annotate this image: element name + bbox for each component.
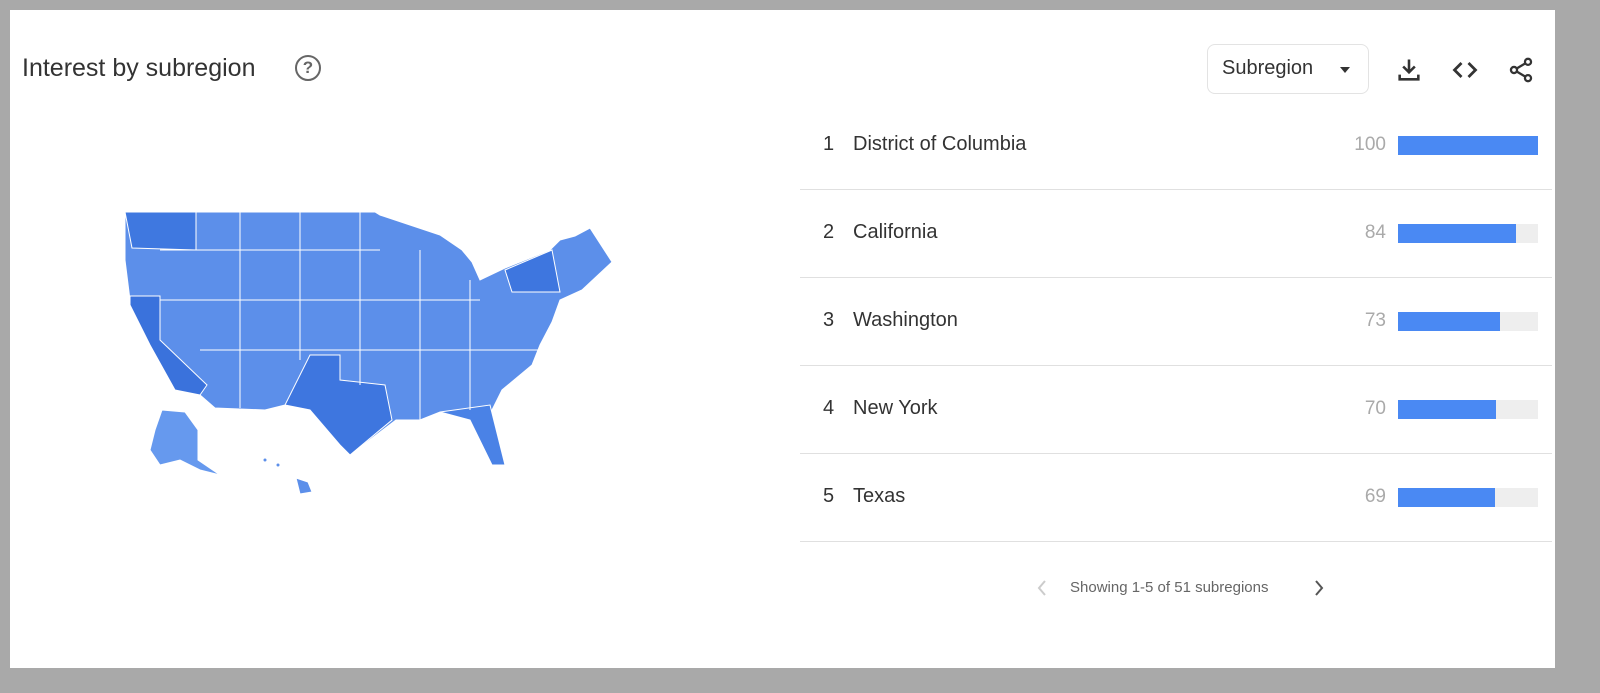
map-state-alaska	[149, 409, 221, 476]
rank: 5	[823, 485, 835, 507]
interest-bar-fill	[1398, 224, 1516, 243]
map-state-washington	[124, 211, 197, 251]
interest-value: 100	[1354, 134, 1386, 155]
map-state-florida	[439, 404, 506, 466]
subregion-name[interactable]: District of Columbia	[853, 133, 1026, 156]
interest-bar	[1398, 312, 1538, 331]
list-item[interactable]: 4 New York 70	[800, 366, 1552, 454]
subregion-name[interactable]: Washington	[853, 309, 958, 332]
subregion-name[interactable]: California	[853, 221, 937, 244]
interest-value: 73	[1364, 310, 1386, 331]
rank: 3	[823, 309, 835, 331]
interest-bar	[1398, 136, 1538, 155]
download-icon[interactable]	[1395, 56, 1423, 84]
next-page-icon[interactable]	[1313, 579, 1325, 597]
interest-bar-fill	[1398, 312, 1501, 331]
list-item[interactable]: 5 Texas 69	[800, 454, 1552, 542]
map-state-hawaii	[295, 477, 313, 495]
rank: 2	[823, 221, 835, 243]
list-item[interactable]: 3 Washington 73	[800, 278, 1552, 366]
interest-bar	[1398, 400, 1538, 419]
list-item[interactable]: 1 District of Columbia 100	[800, 102, 1552, 190]
share-icon[interactable]	[1507, 56, 1535, 84]
select-value: Subregion	[1222, 57, 1314, 79]
embed-code-icon[interactable]	[1451, 56, 1479, 84]
interest-value: 84	[1364, 222, 1386, 243]
list-item[interactable]: 2 California 84	[800, 190, 1552, 278]
interest-value: 70	[1364, 398, 1386, 419]
rank: 1	[823, 133, 835, 155]
interest-by-subregion-card: Interest by subregion ? Subregion 1 Distr…	[10, 10, 1555, 668]
interest-bar-fill	[1398, 136, 1538, 155]
interest-bar-fill	[1398, 400, 1496, 419]
subregion-name[interactable]: Texas	[853, 485, 905, 508]
caret-down-icon	[1340, 67, 1350, 73]
interest-bar	[1398, 224, 1538, 243]
map-state-new-york	[504, 249, 561, 293]
us-choropleth-map[interactable]	[10, 10, 790, 668]
region-level-select[interactable]: Subregion	[1207, 44, 1369, 94]
rank: 4	[823, 397, 835, 419]
previous-page-icon[interactable]	[1036, 579, 1048, 597]
interest-bar	[1398, 488, 1538, 507]
subregion-name[interactable]: New York	[853, 397, 938, 420]
subregion-ranking-list: 1 District of Columbia 100 2 California 84 3…	[800, 102, 1552, 542]
interest-bar-fill	[1398, 488, 1495, 507]
interest-value: 69	[1364, 486, 1386, 507]
pagination-text: Showing 1-5 of 51 subregions	[1070, 579, 1269, 596]
